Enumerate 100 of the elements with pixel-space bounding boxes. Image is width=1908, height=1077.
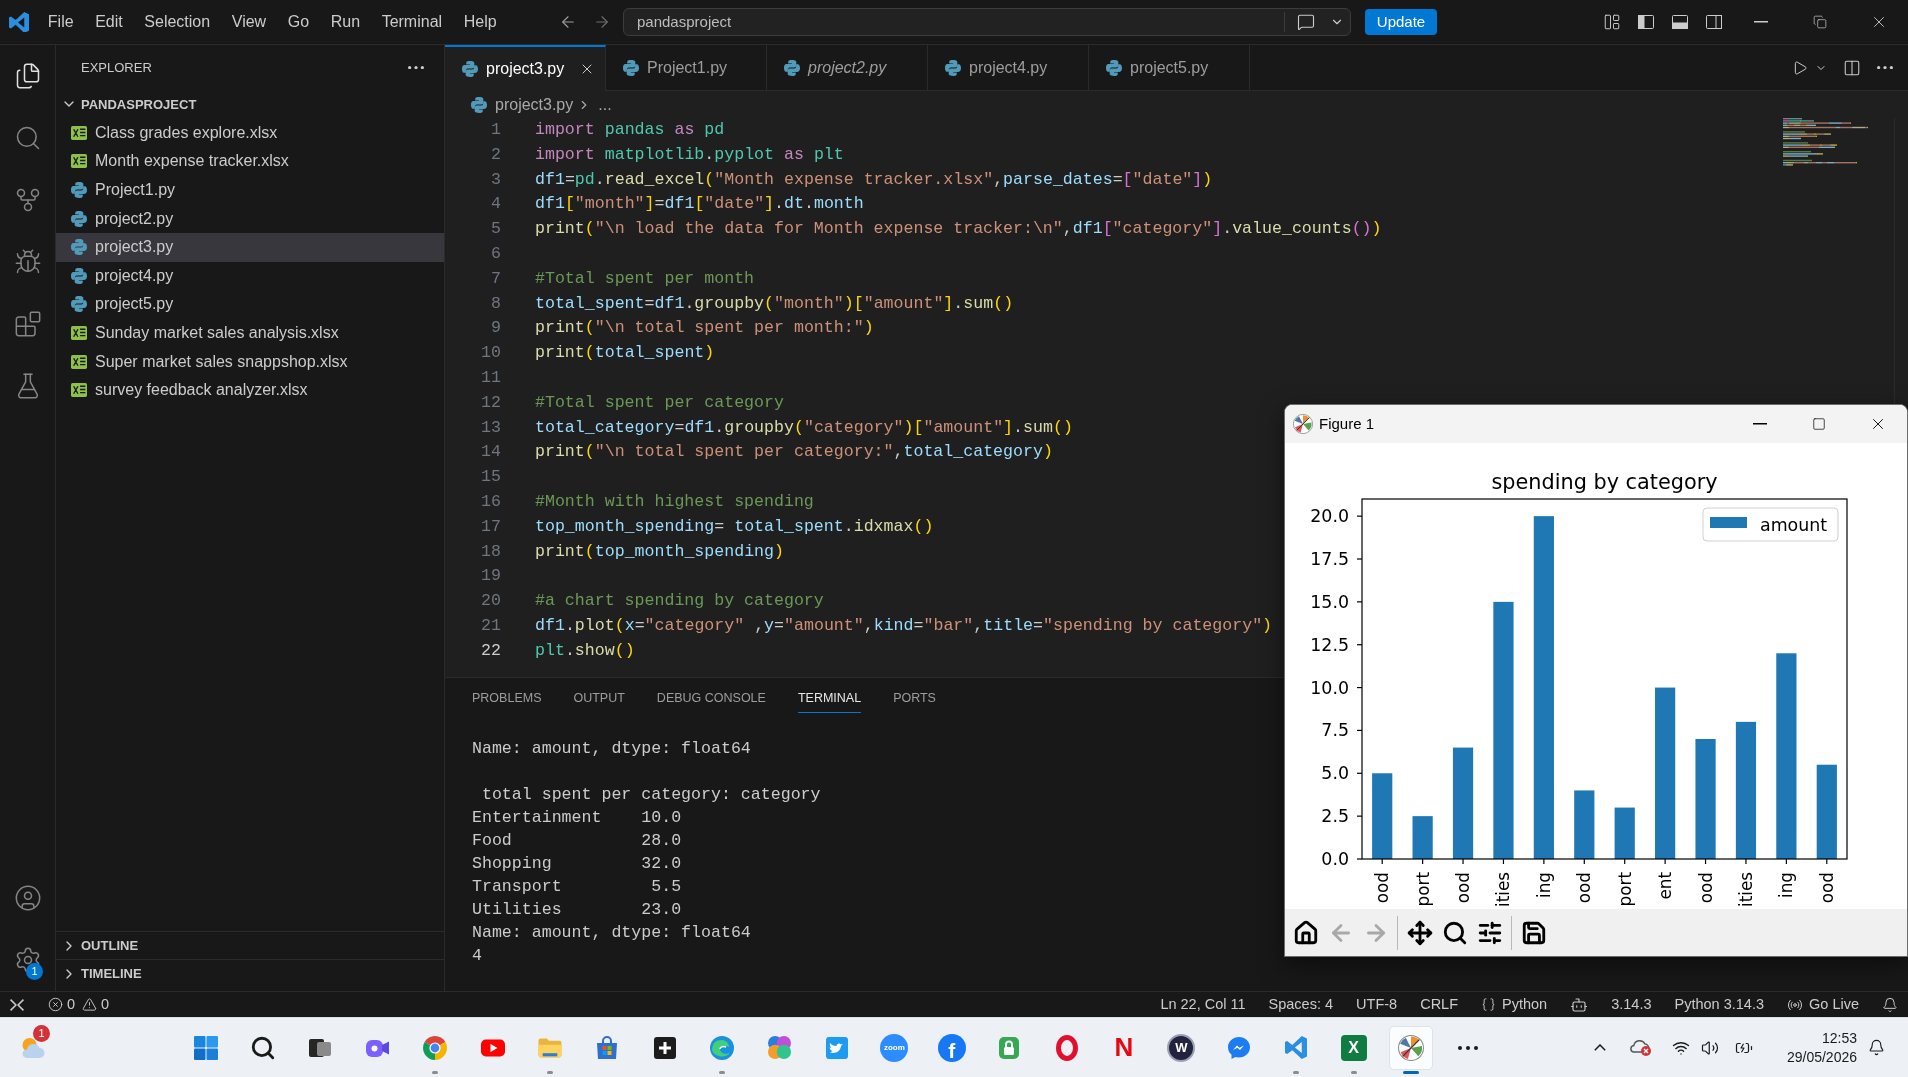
wedge-wheel-icon: [1293, 414, 1313, 434]
panel-tab[interactable]: TERMINAL: [797, 685, 862, 713]
code-line: df1["month"]=df1["date"].dt.month: [535, 193, 864, 216]
tree-item[interactable]: Month expense tracker.xlsx: [56, 147, 444, 176]
editor-tab[interactable]: project5.py: [1089, 45, 1250, 91]
panel-tab[interactable]: PORTS: [893, 685, 936, 713]
four-circles-icon: [768, 1036, 792, 1059]
line-number: 20: [480, 590, 501, 613]
maximize-icon: [1811, 417, 1826, 431]
code-line: df1.plot(x="category" ,y="amount",kind="bar",title="spending by category"): [535, 614, 1273, 637]
tick-label: 17.5: [1310, 549, 1349, 569]
taskbar-button[interactable]: W: [1167, 1033, 1196, 1062]
chat-bubble-icon: [1227, 1036, 1250, 1059]
update-button[interactable]: Update: [1365, 9, 1437, 35]
tick-label: port: [1614, 872, 1635, 907]
editor-tab[interactable]: project4.py: [928, 45, 1089, 91]
tick-label: 15.0: [1310, 591, 1349, 612]
py-file-icon: [71, 296, 87, 313]
taskbar-button[interactable]: f: [937, 1033, 966, 1062]
panel-tab[interactable]: OUTPUT: [573, 685, 625, 713]
command-center[interactable]: pandasproject: [623, 8, 1351, 36]
breadcrumb-item[interactable]: project3.py: [471, 92, 574, 117]
tick-label: ood: [1453, 872, 1474, 904]
weather-icon: [21, 1036, 47, 1059]
tree-item[interactable]: Project1.py: [56, 175, 444, 205]
menu-item[interactable]: Terminal: [370, 7, 453, 37]
tree-item[interactable]: Super market sales snappshop.xlsx: [56, 347, 444, 376]
copilot-button[interactable]: [1570, 995, 1589, 1014]
menu-item[interactable]: Go: [276, 7, 320, 37]
code-line: print(total_spent): [535, 342, 715, 365]
ribbon-logo-icon: [1285, 1035, 1308, 1059]
terminal-line: Utilities 23.0: [472, 899, 682, 921]
taskbar-button[interactable]: X: [1340, 1034, 1367, 1061]
line-number: 16: [480, 490, 501, 513]
breadcrumb-item[interactable]: ...: [598, 92, 612, 117]
status-item[interactable]: Python: [1481, 993, 1548, 1016]
tree-item[interactable]: project5.py: [56, 290, 444, 319]
terminal-line: Name: amount, dtype: float64: [472, 738, 751, 760]
py-file-icon: [71, 210, 87, 227]
code-line: #Total spent per category: [535, 391, 784, 414]
tree-item[interactable]: project2.py: [56, 204, 444, 233]
py-file-icon: [1106, 60, 1122, 76]
line-number: 19: [480, 565, 501, 588]
py-file-icon: [71, 267, 87, 284]
menu-item[interactable]: View: [220, 7, 277, 37]
notifications-button[interactable]: [1882, 996, 1898, 1013]
tree-item[interactable]: project3.py: [56, 232, 444, 262]
tree-item[interactable]: survey feedback analyzer.xlsx: [56, 375, 444, 405]
terminal-line: Shopping 32.0: [472, 853, 682, 875]
terminal-line: Transport 5.5: [472, 876, 682, 898]
spreadsheet-file-icon: [71, 383, 87, 398]
status-item[interactable]: Spaces: 4: [1268, 993, 1334, 1016]
status-item[interactable]: 3.14.3: [1611, 993, 1652, 1016]
tick-label: 2.5: [1321, 806, 1349, 827]
tree-item[interactable]: Class grades explore.xlsx: [56, 118, 444, 148]
menu-item[interactable]: Help: [452, 7, 508, 37]
code-line: top_month_spending= total_spent.idxmax(): [535, 515, 934, 538]
terminal-line: Entertainment 10.0: [472, 807, 682, 829]
code-line: print(top_month_spending): [535, 540, 784, 563]
menu-item[interactable]: Edit: [84, 7, 134, 37]
line-number: 6: [490, 242, 501, 265]
line-number: 13: [480, 416, 501, 439]
menu-item[interactable]: File: [37, 7, 85, 37]
sidebar-title: EXPLORER: [81, 58, 152, 77]
tree-item[interactable]: project4.py: [56, 261, 444, 291]
warning-icon: [82, 997, 98, 1012]
braces-icon: [1481, 997, 1497, 1012]
line-number: 18: [480, 540, 501, 563]
tick-label: 7.5: [1321, 720, 1349, 741]
search-icon: [250, 1034, 277, 1061]
editor-tab[interactable]: project2.py: [767, 45, 928, 91]
clock-date[interactable]: 29/05/2026: [1786, 1047, 1857, 1067]
py-file-icon: [71, 239, 87, 256]
section-header[interactable]: OUTLINE: [56, 931, 444, 959]
stacked-squares-icon: [309, 1037, 332, 1058]
status-item[interactable]: Ln 22, Col 11: [1160, 993, 1246, 1016]
folder-item[interactable]: PANDASPROJECT: [56, 90, 444, 119]
problems-status[interactable]: 0 0: [48, 993, 110, 1016]
status-item[interactable]: Go Live: [1787, 993, 1859, 1016]
line-number: 2: [490, 143, 501, 166]
code-line: total_category=df1.groupby("category")["amount"].sum(): [535, 416, 1073, 439]
panel-tab[interactable]: PROBLEMS: [472, 685, 542, 713]
tree-item[interactable]: Sunday market sales analysis.xlsx: [56, 318, 444, 348]
clock-time[interactable]: 12:53: [1821, 1028, 1857, 1048]
menu-item[interactable]: Selection: [133, 7, 221, 37]
section-header[interactable]: TIMELINE: [56, 959, 444, 987]
editor-tab[interactable]: Project1.py: [606, 45, 767, 91]
ribbon-logo-icon: [8, 11, 29, 33]
tick-label: 12.5: [1310, 634, 1349, 655]
editor-tab[interactable]: project3.py: [445, 45, 606, 91]
status-item[interactable]: UTF-8: [1356, 993, 1398, 1016]
minimize-icon: [1752, 423, 1767, 425]
status-item[interactable]: CRLF: [1420, 993, 1459, 1016]
chart-bar: [1574, 790, 1595, 859]
line-number: 15: [480, 466, 501, 489]
taskbar-button[interactable]: N: [1110, 1032, 1137, 1063]
status-item[interactable]: Python 3.14.3: [1674, 993, 1764, 1016]
panel-tab[interactable]: DEBUG CONSOLE: [656, 685, 766, 713]
minimize-icon: [1753, 21, 1768, 23]
menu-item[interactable]: Run: [319, 7, 371, 37]
